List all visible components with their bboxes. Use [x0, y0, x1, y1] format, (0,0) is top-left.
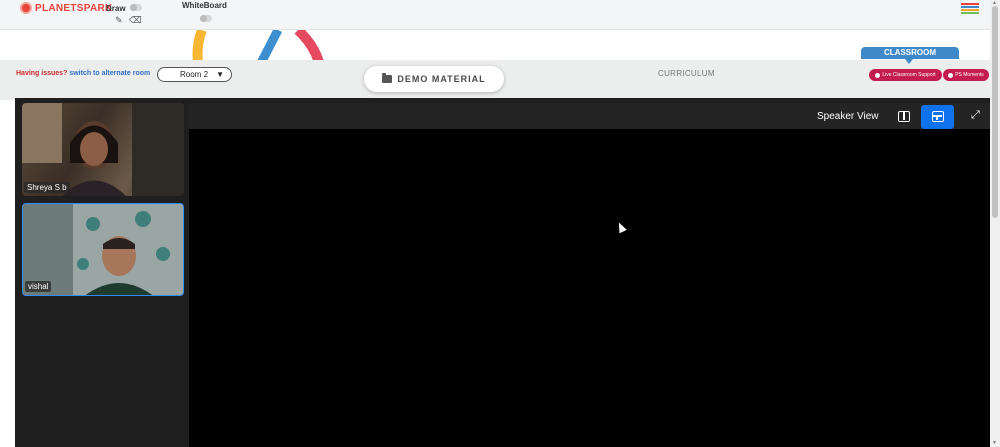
curriculum-tab[interactable]: CURRICULUM [658, 69, 715, 78]
planetspark-logo: PLANETSPARK [20, 2, 113, 14]
scroll-thumb[interactable] [992, 6, 998, 218]
whiteboard-toggle[interactable] [200, 15, 212, 22]
ps-moments-label: PS Moments [955, 72, 984, 78]
layout-icon [932, 111, 944, 122]
split-view-icon[interactable] [898, 111, 910, 122]
pencil-icon[interactable]: ✎ [115, 16, 123, 25]
demo-material-label: DEMO MATERIAL [397, 74, 486, 84]
alternate-room-link[interactable]: switch to alternate room [69, 70, 150, 77]
eraser-icon[interactable]: ⌫ [129, 16, 142, 25]
participant-tile[interactable]: Shreya S b [22, 103, 184, 196]
room-select[interactable]: Room 2 ▼ [157, 67, 232, 82]
draw-toggle[interactable] [130, 4, 142, 11]
issues-notice: Having issues? switch to alternate room [16, 70, 150, 77]
fullscreen-icon[interactable]: ⤢ [971, 109, 980, 122]
info-icon [948, 72, 954, 78]
top-toolbar: PLANETSPARK Draw ✎ ⌫ WhiteBoard [0, 0, 990, 30]
speaker-video-panel[interactable]: Speaker View ⤢ [189, 103, 990, 447]
logo-mark-icon [20, 2, 32, 14]
issues-text: Having issues? [16, 70, 68, 77]
hamburger-menu-icon[interactable] [961, 3, 979, 14]
ps-moments-button[interactable]: PS Moments [943, 69, 989, 81]
speaker-view-label[interactable]: Speaker View [817, 111, 879, 122]
gallery-layout-button[interactable] [921, 105, 954, 129]
participant-name: Shreya S b [24, 182, 70, 193]
video-stage: Shreya S b vishal Speaker View ⤢ [15, 98, 990, 447]
room-select-value: Room 2 [180, 70, 209, 79]
draw-label: Draw [106, 4, 126, 13]
participant-tile[interactable]: vishal [22, 203, 184, 296]
live-support-button[interactable]: Live Classroom Support [869, 69, 942, 81]
whiteboard-label: WhiteBoard [182, 1, 227, 10]
live-support-label: Live Classroom Support [882, 72, 936, 78]
classroom-tab[interactable]: CLASSROOM [861, 47, 959, 64]
info-icon [875, 72, 881, 78]
meeting-toolbar: Speaker View ⤢ [189, 103, 990, 129]
participant-name: vishal [25, 281, 52, 292]
caret-down-icon: ▼ [216, 70, 224, 79]
scroll-down-icon[interactable]: ▼ [992, 440, 997, 446]
page-scrollbar[interactable]: ▲ ▼ [990, 0, 1000, 447]
folder-icon [382, 73, 393, 83]
logo-text: PLANETSPARK [35, 2, 113, 14]
demo-material-button[interactable]: DEMO MATERIAL [364, 66, 504, 92]
